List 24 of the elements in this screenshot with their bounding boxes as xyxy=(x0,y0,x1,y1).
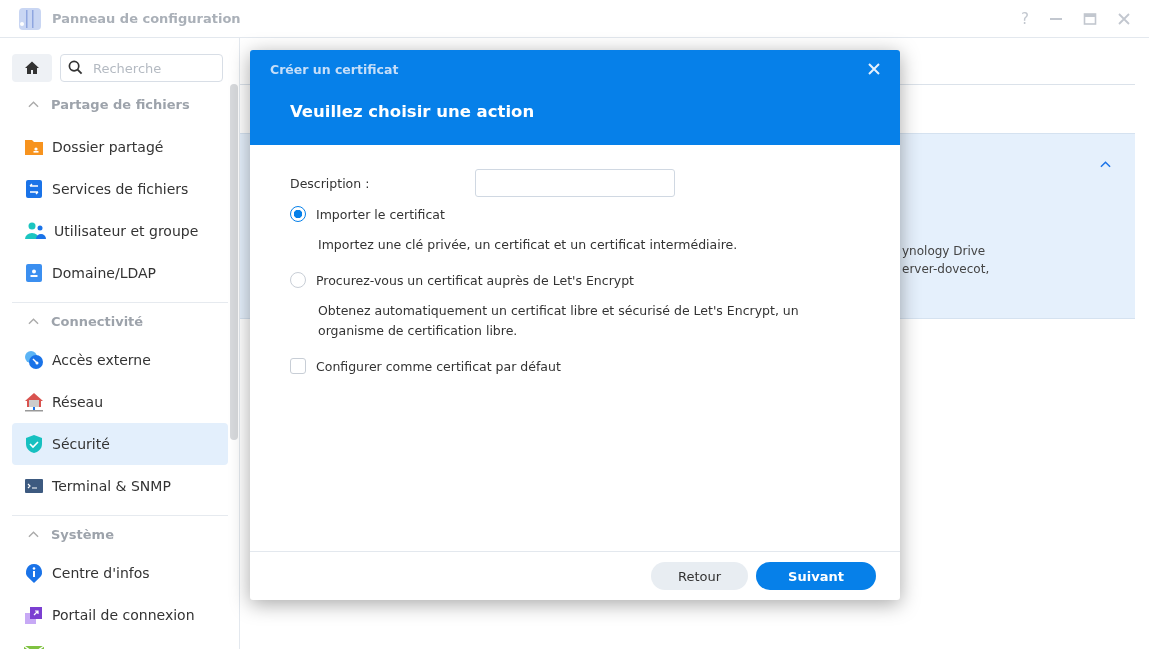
sidebar-item[interactable]: Accès externe xyxy=(12,339,228,381)
option-description: Obtenez automatiquement un certificat libre et sécurisé de Let's Encrypt, un organisme de certification libre. xyxy=(318,302,800,340)
dialog-title: Créer un certificat xyxy=(270,61,399,77)
sidebar-item[interactable]: Sécurité xyxy=(12,423,228,465)
dialog-heading: Veuillez choisir une action xyxy=(290,102,535,121)
sidebar-item[interactable]: Réseau xyxy=(12,381,228,423)
sidebar-item[interactable]: Services de fichiers xyxy=(12,168,228,210)
option-label[interactable]: Procurez-vous un certificat auprès de Let's Encrypt xyxy=(316,272,635,288)
option-label[interactable]: Configurer comme certificat par défaut xyxy=(316,358,561,374)
sidebar-item[interactable]: Domaine/LDAP xyxy=(12,252,228,294)
sidebar-item[interactable]: Terminal & SNMP xyxy=(12,465,228,507)
sidebar-item[interactable]: Portail de connexion xyxy=(12,594,228,636)
sidebar-item[interactable]: Utilisateur et groupe xyxy=(12,210,228,252)
sidebar-item[interactable]: Centre d'infos xyxy=(12,552,228,594)
search-field[interactable]: Recherche xyxy=(60,54,223,82)
window-title: Panneau de configuration xyxy=(52,11,241,26)
sidebar-item[interactable]: Dossier partagé xyxy=(12,126,228,168)
panel-text: ynology Drive xyxy=(902,244,987,258)
back-button[interactable]: Retour xyxy=(651,562,748,590)
next-button[interactable]: Suivant xyxy=(756,562,876,590)
option-description: Importez une clé privée, un certificat et un certificat intermédiaire. xyxy=(318,236,739,254)
panel-text: erver-dovecot, xyxy=(902,262,991,276)
option-label[interactable]: Importer le certificat xyxy=(316,206,445,222)
field-label: Description : xyxy=(290,175,371,191)
